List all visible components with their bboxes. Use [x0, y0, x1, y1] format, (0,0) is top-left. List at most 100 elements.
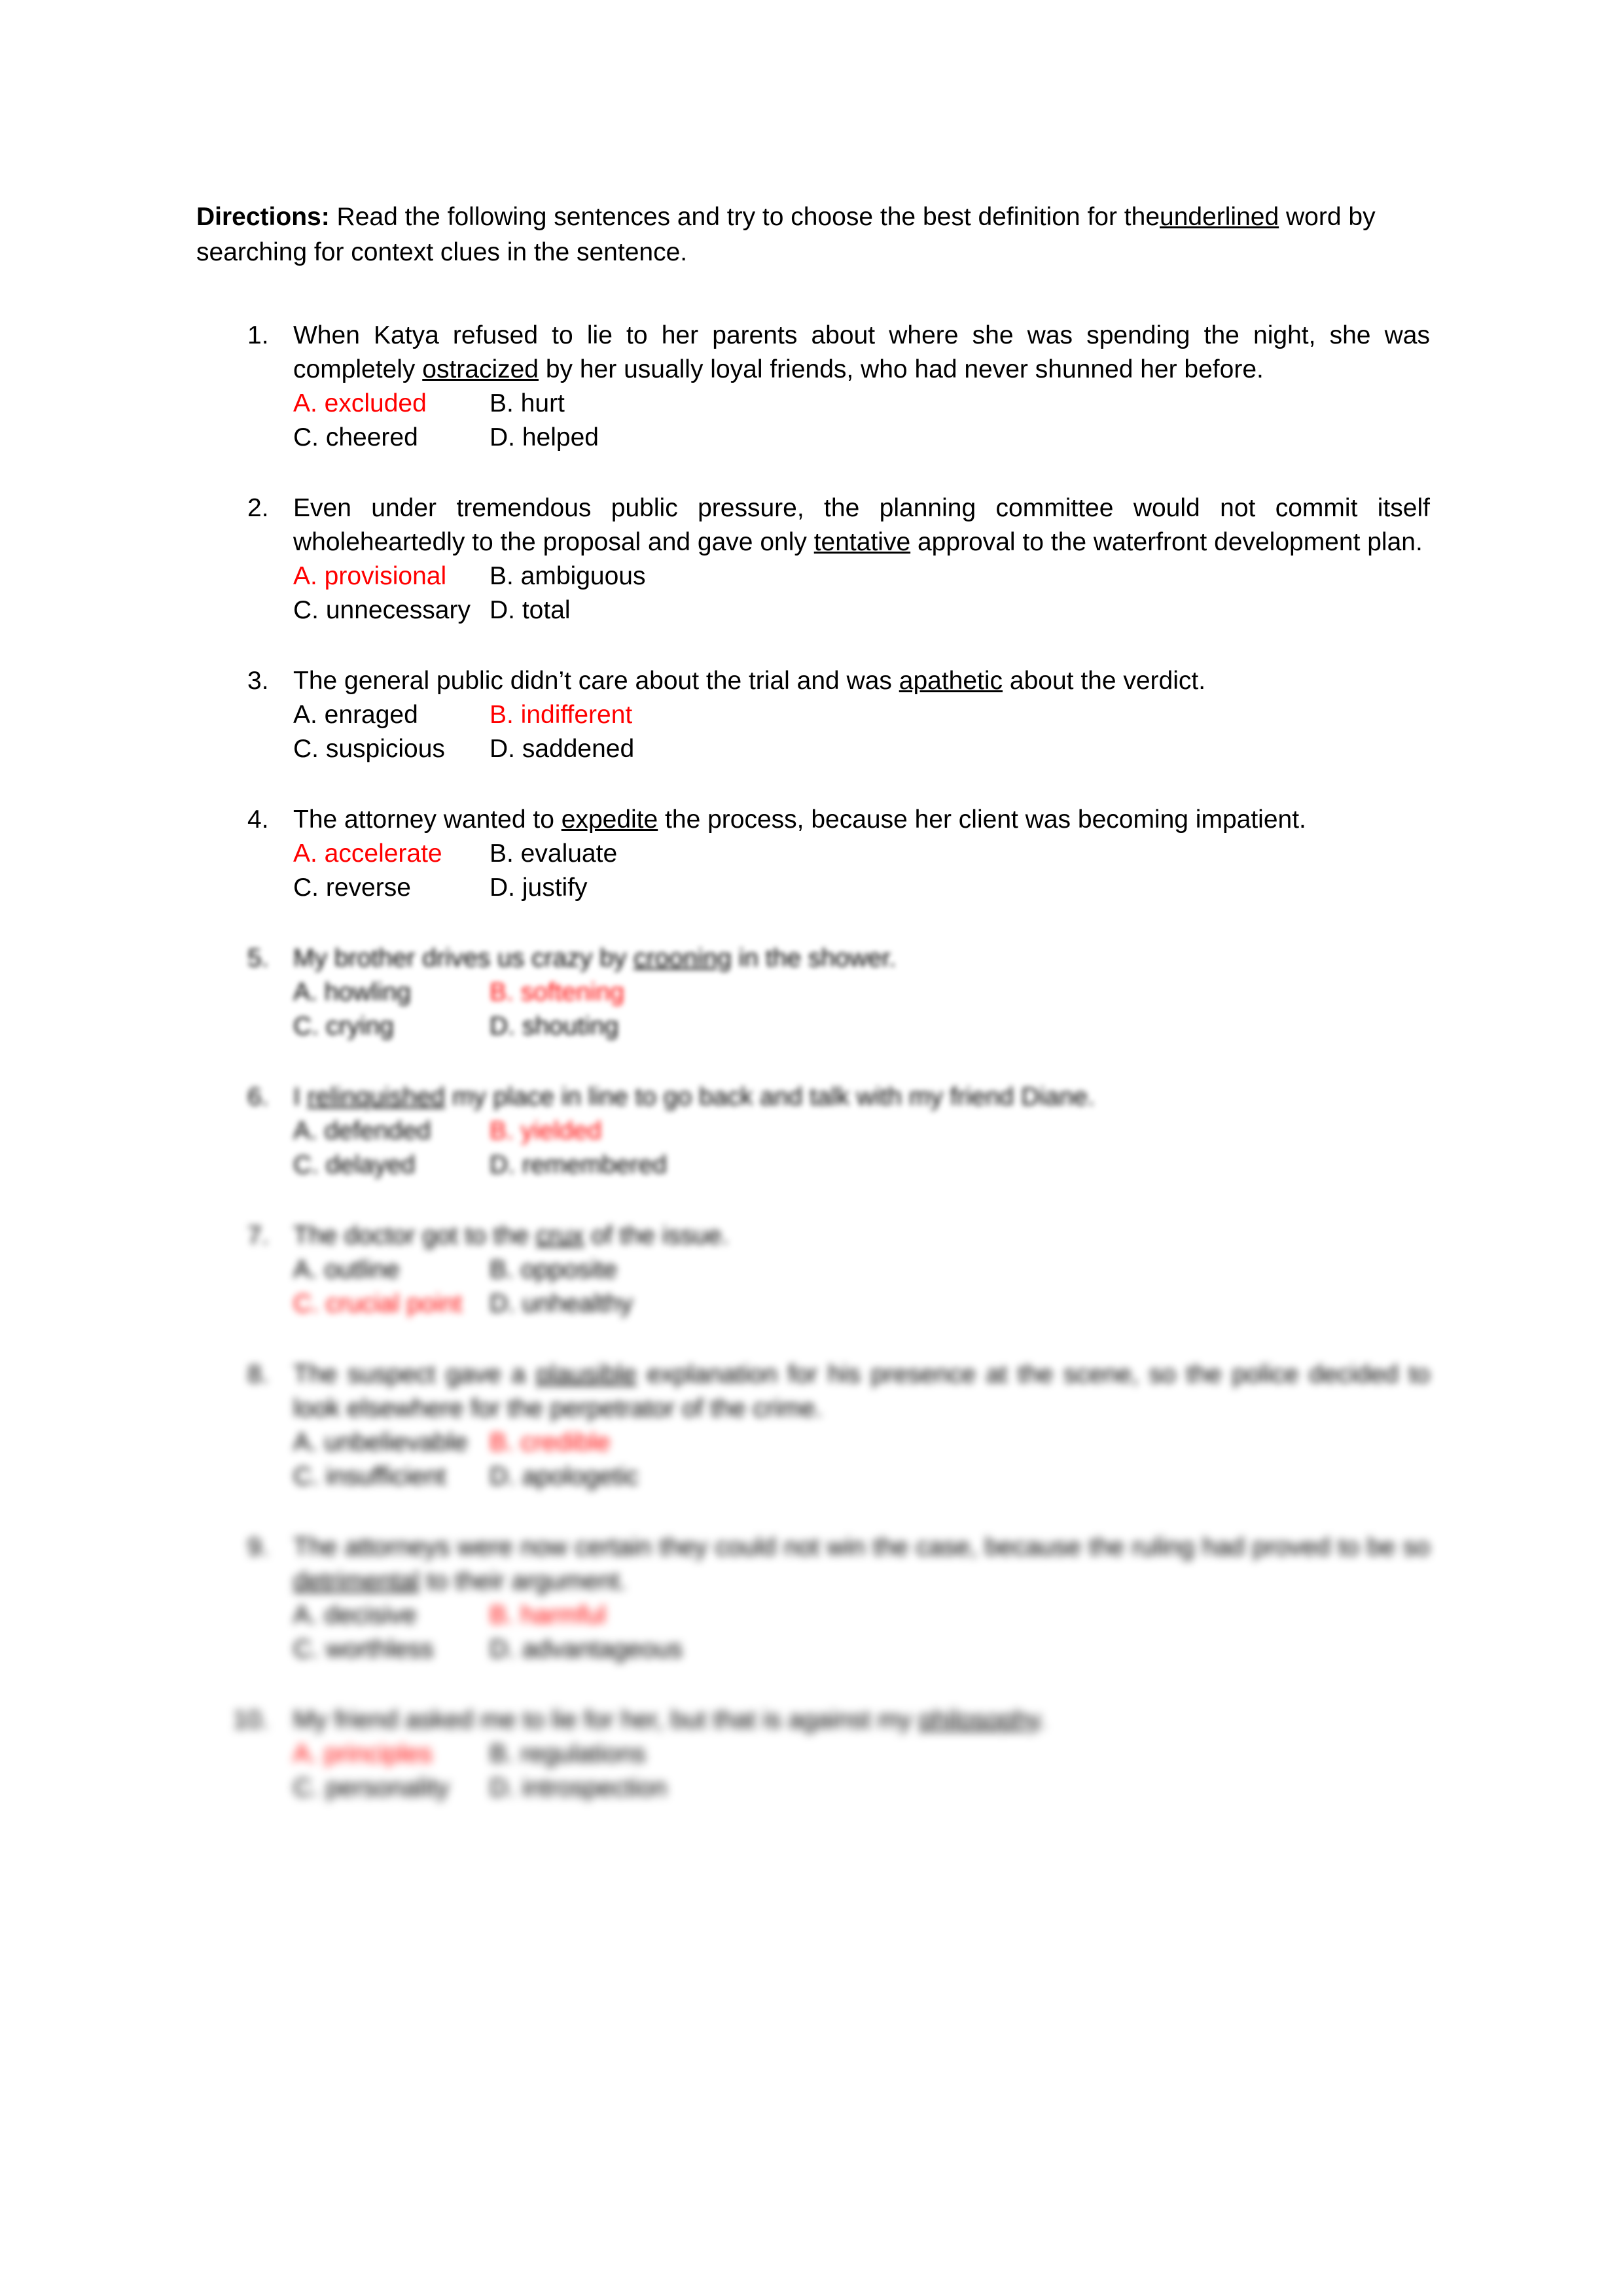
question-item: 6. I relinquished my place in line to go … — [196, 1080, 1430, 1182]
answer-option[interactable]: C. worthless — [293, 1633, 490, 1667]
question-list: 1. When Katya refused to lie to her paren… — [196, 319, 1430, 1805]
sentence-text-before: My brother drives us crazy by — [293, 944, 634, 972]
answer-option-row: A. excluded B. hurt — [293, 387, 1430, 421]
answer-option-row: A. outline B. opposite — [293, 1253, 1430, 1287]
directions-underlined-word: underlined — [1160, 203, 1279, 231]
answer-option[interactable]: C. insufficient — [293, 1460, 490, 1494]
answer-option-correct[interactable]: B. softening — [490, 976, 1430, 1010]
answer-option[interactable]: D. shouting — [490, 1010, 1430, 1044]
answer-options: A. unbelievable B. credible C. insufficien… — [293, 1426, 1430, 1494]
vocabulary-word-underlined: apathetic — [899, 667, 1003, 695]
question-item: 9. The attorneys were now certain they co… — [196, 1530, 1430, 1667]
answer-option-row: A. howling B. softening — [293, 976, 1430, 1010]
sentence-text-before: The attorneys were now certain they coul… — [293, 1533, 1430, 1561]
answer-option[interactable]: D. unhealthy — [490, 1287, 1430, 1321]
answer-option-correct[interactable]: B. yielded — [490, 1114, 1430, 1148]
answer-option-row: C. cheered D. helped — [293, 421, 1430, 455]
answer-options: A. excluded B. hurt C. cheered D. helped — [293, 387, 1430, 455]
answer-option[interactable]: B. evaluate — [490, 837, 1430, 871]
question-item: 5. My brother drives us crazy by crooning… — [196, 942, 1430, 1044]
sentence-text-after: to their argument. — [419, 1567, 627, 1595]
question-number: 1. — [247, 321, 269, 349]
answer-option-correct[interactable]: A. principles — [293, 1737, 490, 1771]
answer-option-row: A. provisional B. ambiguous — [293, 559, 1430, 593]
answer-option[interactable]: D. helped — [490, 421, 1430, 455]
answer-option-correct[interactable]: A. excluded — [293, 387, 490, 421]
answer-option-row: C. crucial point D. unhealthy — [293, 1287, 1430, 1321]
answer-option[interactable]: C. reverse — [293, 871, 490, 905]
answer-option-row: C. suspicious D. saddened — [293, 732, 1430, 766]
question-number: 4. — [247, 805, 269, 834]
vocabulary-word-underlined: detrimental — [293, 1567, 419, 1595]
worksheet-page: Directions: Read the following sentences… — [0, 0, 1623, 2296]
answer-option[interactable]: C. cheered — [293, 421, 490, 455]
question-sentence: My friend asked me to lie for her, but t… — [293, 1703, 1430, 1737]
answer-option-correct[interactable]: C. crucial point — [293, 1287, 490, 1321]
sentence-text-before: The attorney wanted to — [293, 805, 562, 834]
answer-option[interactable]: C. suspicious — [293, 732, 490, 766]
answer-options: A. outline B. opposite C. crucial point D. … — [293, 1253, 1430, 1321]
vocabulary-word-underlined: crooning — [633, 944, 732, 972]
answer-option[interactable]: D. introspection — [490, 1771, 1430, 1805]
sentence-text-before: The doctor got to the — [293, 1222, 536, 1250]
answer-option[interactable]: B. opposite — [490, 1253, 1430, 1287]
answer-option-row: C. crying D. shouting — [293, 1010, 1430, 1044]
question-sentence: My brother drives us crazy by crooning i… — [293, 942, 1430, 976]
answer-option-correct[interactable]: B. credible — [490, 1426, 1430, 1460]
question-item: 7. The doctor got to the crux of the issu… — [196, 1219, 1430, 1321]
answer-option-row: A. principles B. regulations — [293, 1737, 1430, 1771]
question-number: 9. — [247, 1533, 269, 1561]
answer-option[interactable]: C. crying — [293, 1010, 490, 1044]
answer-option[interactable]: C. personality — [293, 1771, 490, 1805]
question-sentence: The attorneys were now certain they coul… — [293, 1530, 1430, 1598]
answer-option[interactable]: D. remembered — [490, 1148, 1430, 1182]
answer-option[interactable]: D. apologetic — [490, 1460, 1430, 1494]
answer-option[interactable]: D. justify — [490, 871, 1430, 905]
answer-option[interactable]: D. advantageous — [490, 1633, 1430, 1667]
answer-option[interactable]: D. total — [490, 593, 1430, 627]
vocabulary-word-underlined: expedite — [561, 805, 658, 834]
answer-option[interactable]: A. defended — [293, 1114, 490, 1148]
answer-option[interactable]: C. unnecessary — [293, 593, 490, 627]
question-number: 2. — [247, 494, 269, 522]
answer-option[interactable]: B. ambiguous — [490, 559, 1430, 593]
answer-option-correct[interactable]: A. accelerate — [293, 837, 490, 871]
sentence-text-before: I — [293, 1083, 308, 1111]
directions-body-first: Read the following sentences and try to … — [329, 203, 1160, 231]
answer-option-row: A. unbelievable B. credible — [293, 1426, 1430, 1460]
page-content: Directions: Read the following sentences… — [196, 200, 1430, 1805]
answer-option-correct[interactable]: B. harmful — [490, 1598, 1430, 1633]
sentence-text-after: the process, because her client was beco… — [658, 805, 1306, 834]
answer-options: A. howling B. softening C. crying D. shouti… — [293, 976, 1430, 1044]
answer-option-correct[interactable]: B. indifferent — [490, 698, 1430, 732]
answer-option[interactable]: B. hurt — [490, 387, 1430, 421]
answer-option[interactable]: A. outline — [293, 1253, 490, 1287]
sentence-text-after: my place in line to go back and talk wit… — [444, 1083, 1095, 1111]
answer-option[interactable]: A. decisive — [293, 1598, 490, 1633]
answer-option[interactable]: D. saddened — [490, 732, 1430, 766]
answer-option-row: A. decisive B. harmful — [293, 1598, 1430, 1633]
question-item: 3. The general public didn’t care about t… — [196, 664, 1430, 766]
answer-option[interactable]: C. delayed — [293, 1148, 490, 1182]
vocabulary-word-underlined: crux — [535, 1222, 584, 1250]
vocabulary-word-underlined: relinquished — [307, 1083, 445, 1111]
question-item: 4. The attorney wanted to expedite the pr… — [196, 803, 1430, 905]
sentence-text-after: approval to the waterfront development p… — [910, 528, 1423, 556]
answer-option-row: C. insufficient D. apologetic — [293, 1460, 1430, 1494]
answer-option-row: C. personality D. introspection — [293, 1771, 1430, 1805]
question-sentence: The suspect gave a plausible explanation… — [293, 1358, 1430, 1426]
answer-option-correct[interactable]: A. provisional — [293, 559, 490, 593]
sentence-text-after: by her usually loyal friends, who had ne… — [539, 355, 1264, 383]
question-number: 10. — [233, 1706, 269, 1734]
answer-options: A. enraged B. indifferent C. suspicious D. … — [293, 698, 1430, 766]
question-number: 8. — [247, 1360, 269, 1388]
answer-options: A. decisive B. harmful C. worthless D. adva… — [293, 1598, 1430, 1667]
answer-option[interactable]: A. unbelievable — [293, 1426, 490, 1460]
answer-option[interactable]: B. regulations — [490, 1737, 1430, 1771]
answer-options: A. accelerate B. evaluate C. reverse D. jus… — [293, 837, 1430, 905]
directions-label: Directions: — [196, 203, 330, 231]
answer-option[interactable]: A. enraged — [293, 698, 490, 732]
sentence-text-before: The suspect gave a — [293, 1360, 536, 1388]
answer-option[interactable]: A. howling — [293, 976, 490, 1010]
question-sentence: I relinquished my place in line to go ba… — [293, 1080, 1430, 1114]
